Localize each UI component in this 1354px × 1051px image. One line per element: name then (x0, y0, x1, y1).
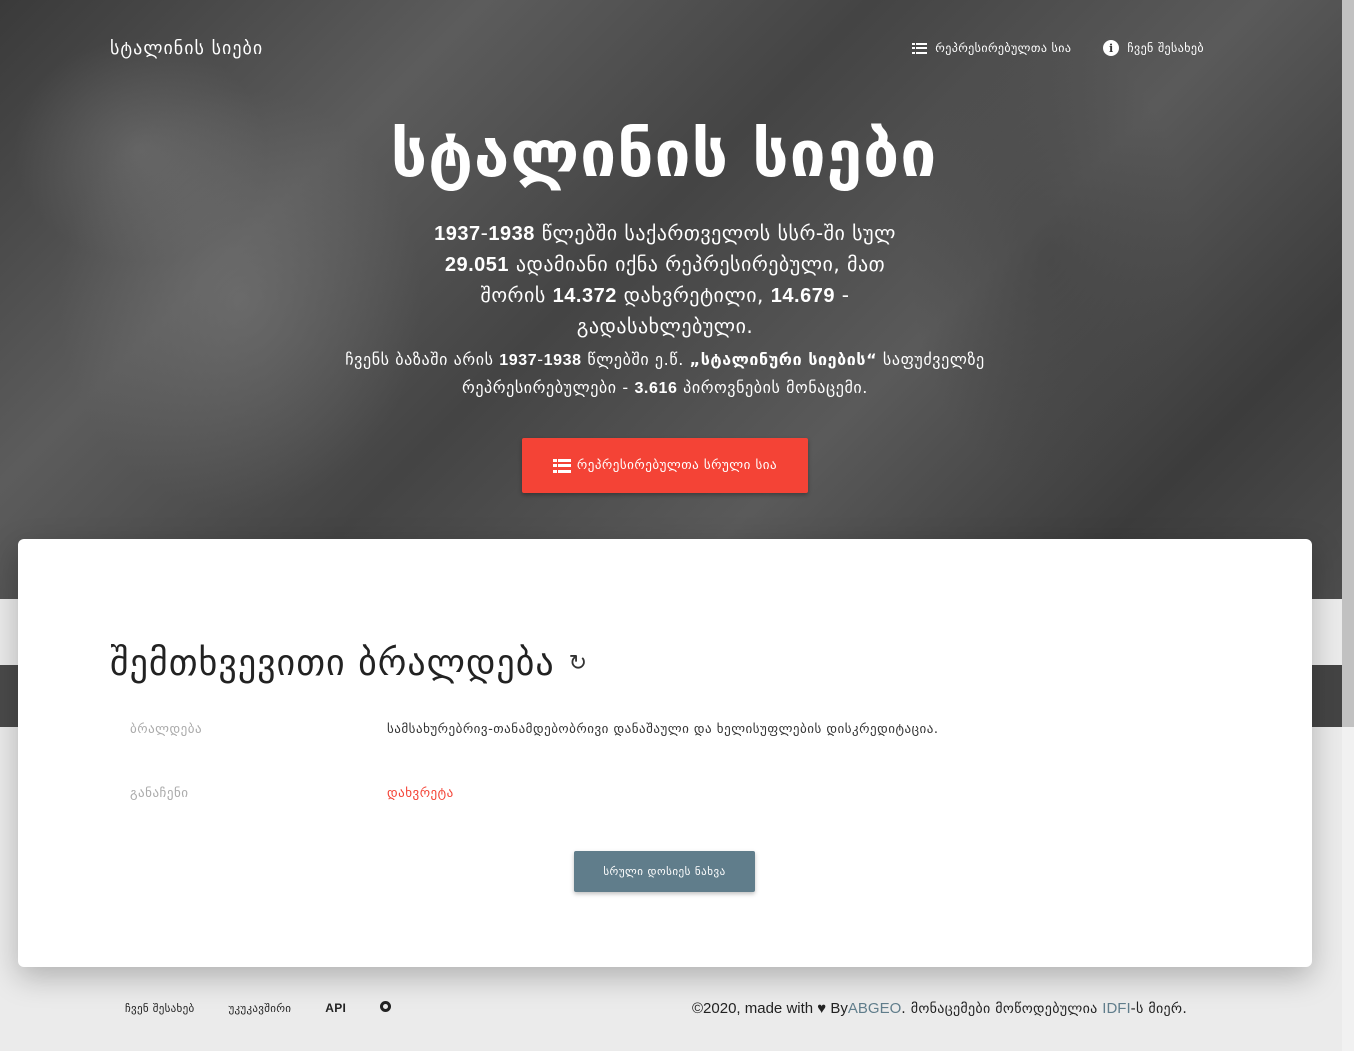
year-start: 1937 (499, 352, 538, 369)
verdict-label: განაჩენი (130, 786, 189, 801)
source-link[interactable]: IDFI (1102, 1000, 1130, 1017)
charge-value: სამსახურებრივ-თანამდებობრივი დანაშაული დ… (387, 722, 939, 737)
year-end: 1938 (488, 223, 535, 245)
scrollbar-thumb[interactable] (1342, 0, 1354, 727)
stalin-lists-quote: „სტალინური სიების“ (689, 350, 878, 369)
full-list-button-label: რეპრესირებულთა სრული სია (576, 458, 778, 473)
nav-item-label: რეპრესირებულთა სია (935, 41, 1072, 55)
random-case-card: შემთხვევითი ბრალდება ↻ ბრალდება სამსახურ… (18, 539, 1312, 967)
view-dossier-button[interactable]: სრული დოსიეს ნახვა (574, 851, 755, 892)
copyright: ©2020, made with ♥ ByABGEO. მონაცემები მ… (692, 1000, 1187, 1017)
sub-text: წლებში ე.წ. (581, 350, 690, 369)
lead-text: წლებში საქართველოს სსრ-ში სულ (534, 221, 896, 245)
record-count: 3.616 (634, 380, 678, 397)
top-nav: რეპრესირებულთა სია i ჩვენ შესახებ (912, 40, 1204, 56)
list-icon (912, 42, 928, 54)
full-list-button[interactable]: რეპრესირებულთა სრული სია (522, 438, 808, 493)
hero-lead: 1937-1938 წლებში საქართველოს სსრ-ში სულ … (434, 218, 896, 341)
refresh-icon[interactable]: ↻ (569, 651, 588, 676)
random-case-title: შემთხვევითი ბრალდება ↻ (110, 643, 588, 684)
source-suffix: -ს მიერ. (1130, 1001, 1188, 1017)
footer-link-feedback[interactable]: უკუკავშირი (228, 1002, 291, 1015)
nav-item-repressed-list[interactable]: რეპრესირებულთა სია (912, 40, 1071, 56)
lead-text: დახვრეტილი, (616, 283, 771, 307)
copyright-prefix: ©2020, made with (692, 1000, 814, 1017)
data-credit-text: . მონაცემები მოწოდებულია (901, 1001, 1103, 1017)
heart-icon: ♥ (817, 1000, 827, 1017)
footer-links: ჩვენ შესახებ უკუკავშირი API (125, 1001, 392, 1015)
scrollbar[interactable] (1342, 0, 1354, 1051)
sub-text: პიროვნების მონაცემი. (677, 378, 868, 397)
github-icon (380, 1001, 392, 1012)
footer-link-github[interactable] (380, 1001, 392, 1015)
hero-title: სტალინის სიები (390, 118, 938, 192)
info-icon: i (1103, 40, 1120, 56)
charge-label: ბრალდება (130, 722, 203, 737)
total-count: 29.051 (444, 254, 509, 276)
footer-link-about[interactable]: ჩვენ შესახებ (125, 1002, 194, 1015)
by-text: By (830, 1000, 848, 1017)
deported-count: 14.679 (770, 285, 835, 307)
random-case-title-text: შემთხვევითი ბრალდება (110, 643, 555, 684)
list-icon (552, 458, 571, 473)
author-link[interactable]: ABGEO (848, 1000, 901, 1017)
year-start: 1937 (434, 223, 481, 245)
nav-item-about[interactable]: i ჩვენ შესახებ (1103, 40, 1204, 56)
footer-link-api[interactable]: API (325, 1001, 346, 1015)
verdict-link[interactable]: დახვრეტა (387, 786, 454, 801)
brand-link[interactable]: სტალინის სიები (110, 38, 263, 59)
year-end: 1938 (543, 352, 582, 369)
sub-text: ჩვენს ბაზაში არის (345, 350, 500, 369)
hero-subtext: ჩვენს ბაზაში არის 1937-1938 წლებში ე.წ. … (320, 346, 1010, 402)
nav-item-label: ჩვენ შესახებ (1127, 41, 1204, 55)
shot-count: 14.372 (552, 285, 617, 307)
